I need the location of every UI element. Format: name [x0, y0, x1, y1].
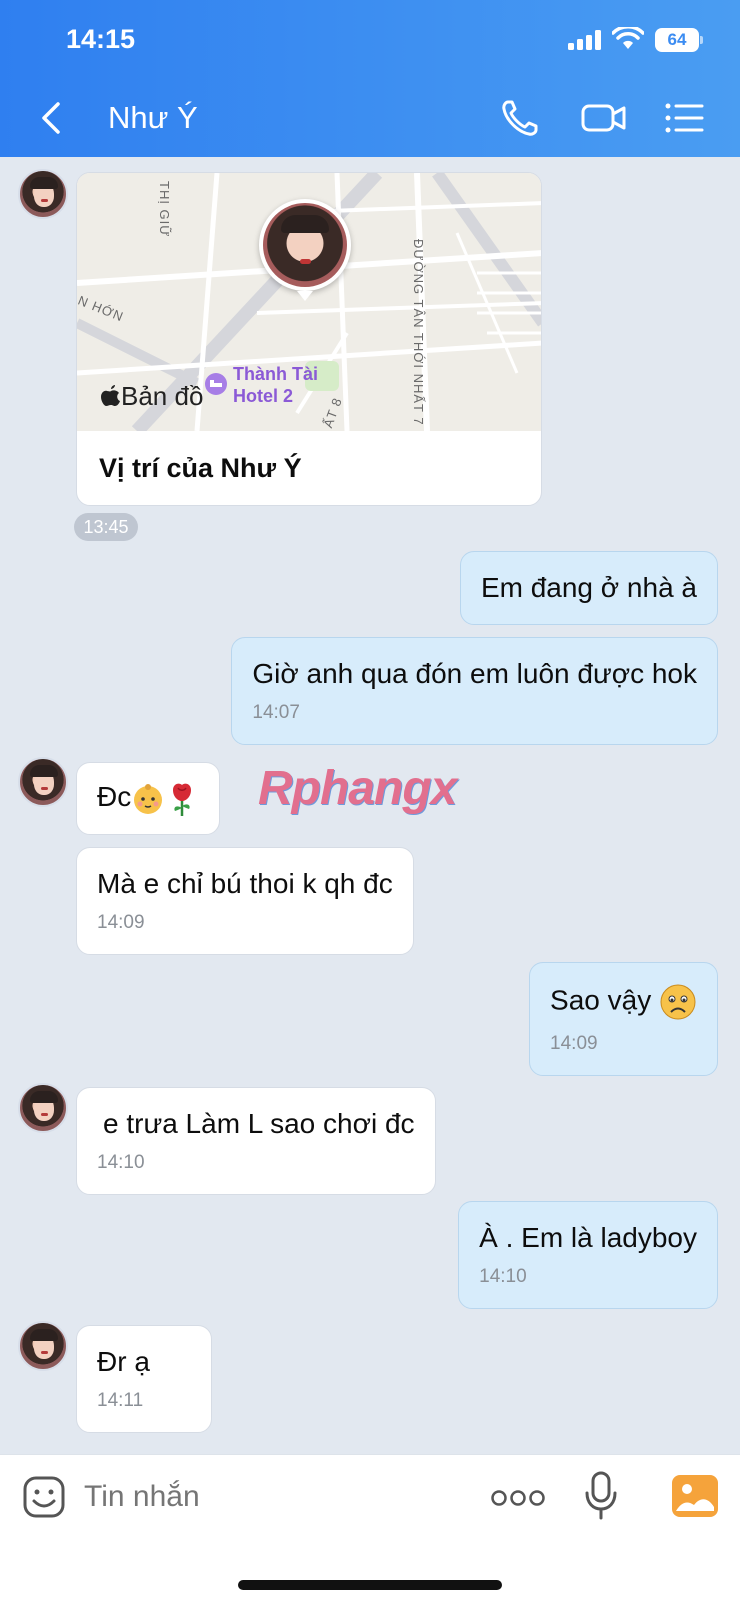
message-input-bar [0, 1454, 740, 1600]
photo-gallery-icon[interactable] [672, 1475, 718, 1517]
chat-header: 14:15 64 Như Ý [0, 0, 740, 157]
incoming-message[interactable]: Đr ạ 14:11 [76, 1325, 212, 1433]
battery-icon: 64 [655, 28, 703, 52]
contact-avatar[interactable] [18, 757, 68, 807]
map-street-label: THỊ GIỮ [157, 181, 172, 238]
apple-logo-icon [101, 385, 120, 406]
home-indicator[interactable] [238, 1580, 502, 1590]
message-time: 14:10 [479, 1266, 527, 1287]
outgoing-message[interactable]: Em đang ở nhà à [459, 551, 718, 625]
incoming-message[interactable]: e trưa Làm L sao chơi đc 14:10 [76, 1087, 436, 1195]
message-text: Giờ anh qua đón em luôn được hok [252, 658, 697, 689]
rose-emoji-icon [173, 783, 192, 816]
maps-brand-label: Bản đồ [121, 381, 204, 411]
message-text: e trưa Làm L sao chơi đc [103, 1108, 415, 1139]
watermark: Rphangx [258, 762, 457, 815]
message-text: Sao vậy [550, 984, 652, 1016]
message-text: Đc [97, 781, 132, 812]
message-time: 14:07 [252, 702, 300, 723]
outgoing-message[interactable]: Sao vậy 14:09 [529, 962, 718, 1076]
frowning-face-emoji-icon [660, 984, 696, 1020]
location-pin-avatar [259, 199, 351, 301]
message-input[interactable] [84, 1477, 464, 1517]
outgoing-message[interactable]: Giờ anh qua đón em luôn được hok 14:07 [231, 637, 718, 745]
message-time: 14:09 [97, 912, 145, 933]
message-time: 13:45 [74, 513, 138, 541]
message-text: Mà e chỉ bú thoi k qh đc [97, 868, 393, 899]
incoming-message[interactable]: Đc [76, 762, 221, 835]
message-time: 14:10 [97, 1152, 145, 1173]
contact-name[interactable]: Như Ý [108, 100, 198, 136]
contact-avatar[interactable] [18, 1083, 68, 1133]
message-text: Đr ạ [97, 1346, 150, 1377]
location-title: Vị trí của Như Ý [99, 453, 302, 483]
message-text: À . Em là ladyboy [479, 1222, 697, 1253]
outgoing-message[interactable]: À . Em là ladyboy 14:10 [458, 1201, 718, 1309]
maps-brand: Bản đồ [101, 381, 203, 412]
back-button[interactable] [36, 98, 66, 138]
sticker-emoji-icon[interactable] [22, 1475, 66, 1519]
hotel-bed-icon [205, 373, 227, 395]
microphone-icon[interactable] [584, 1471, 618, 1521]
contact-avatar[interactable] [18, 1321, 68, 1371]
more-options-icon[interactable] [490, 1489, 546, 1507]
location-card[interactable]: THỊ GIỮ N HỚN ĐƯỜNG TÂN THỚI NHẤT 7 ẤT 8… [76, 172, 542, 506]
map-street-label: ĐƯỜNG TÂN THỚI NHẤT 7 [411, 239, 426, 426]
baby-emoji-icon [134, 783, 163, 814]
video-call-button[interactable] [580, 96, 628, 140]
cellular-signal-icon [568, 30, 601, 50]
battery-level: 64 [655, 28, 699, 52]
message-time: 14:09 [550, 1033, 598, 1054]
contact-avatar[interactable] [18, 169, 68, 219]
wifi-icon [612, 27, 644, 49]
map-poi-label: Thành Tài Hotel 2 [233, 364, 318, 406]
incoming-message[interactable]: Mà e chỉ bú thoi k qh đc 14:09 [76, 847, 414, 955]
menu-list-button[interactable] [664, 96, 704, 140]
message-time: 14:11 [97, 1390, 144, 1411]
message-text: Em đang ở nhà à [480, 572, 697, 603]
phone-call-button[interactable] [498, 96, 542, 140]
status-time: 14:15 [66, 24, 136, 54]
map-preview[interactable]: THỊ GIỮ N HỚN ĐƯỜNG TÂN THỚI NHẤT 7 ẤT 8… [77, 173, 541, 431]
message-list[interactable]: THỊ GIỮ N HỚN ĐƯỜNG TÂN THỚI NHẤT 7 ẤT 8… [0, 157, 740, 1454]
